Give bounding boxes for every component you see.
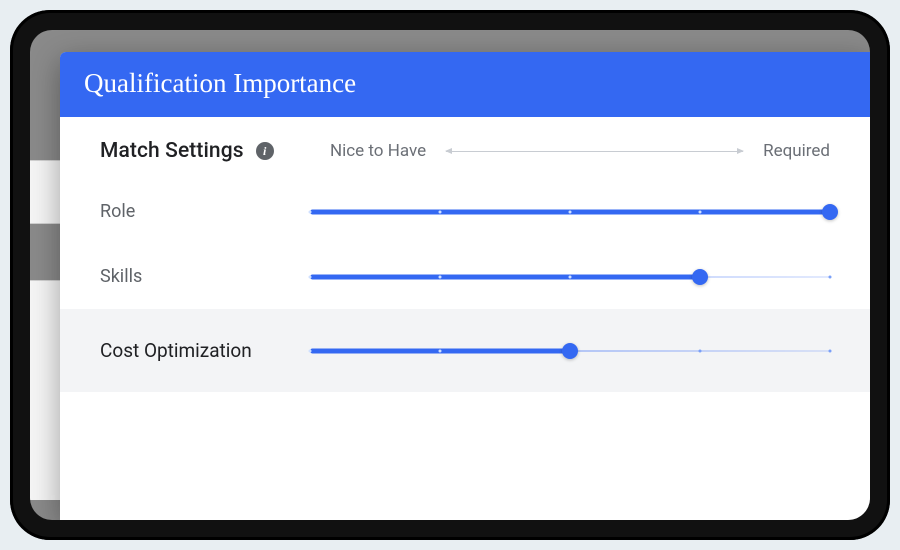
- dialog-footer-spacer: [60, 392, 870, 414]
- slider-thumb[interactable]: [822, 204, 838, 220]
- section-title: Match Settings: [100, 139, 244, 163]
- slider-tick: [569, 210, 572, 213]
- importance-scale: Nice to Have Required: [330, 141, 830, 161]
- slider-row: Role: [60, 179, 870, 244]
- slider-row: Skills: [60, 244, 870, 309]
- section-header: Match Settings i Nice to Have Required: [100, 139, 830, 163]
- importance-slider[interactable]: [310, 202, 830, 222]
- slider-tick: [309, 275, 312, 278]
- importance-slider[interactable]: [310, 267, 830, 287]
- slider-label: Role: [100, 201, 310, 222]
- slider-tick: [439, 275, 442, 278]
- slider-tick: [309, 349, 312, 352]
- info-icon[interactable]: i: [256, 142, 274, 160]
- slider-tick: [829, 349, 832, 352]
- slider-tick: [569, 275, 572, 278]
- slider-tick: [439, 210, 442, 213]
- tablet-frame: hu Qualification Importance Match Settin…: [10, 10, 890, 540]
- slider-thumb[interactable]: [692, 269, 708, 285]
- slider-tick: [309, 210, 312, 213]
- scale-high-label: Required: [763, 141, 830, 161]
- scale-arrow-icon: [446, 151, 743, 152]
- slider-label: Skills: [100, 266, 310, 287]
- slider-tick: [699, 349, 702, 352]
- slider-fill: [310, 274, 700, 279]
- importance-slider[interactable]: [310, 341, 830, 361]
- tablet-screen: hu Qualification Importance Match Settin…: [30, 30, 870, 520]
- match-settings-section: Match Settings i Nice to Have Required: [60, 117, 870, 179]
- dialog-title: Qualification Importance: [60, 52, 870, 117]
- slider-row: Cost Optimization: [60, 309, 870, 392]
- slider-tick: [439, 349, 442, 352]
- slider-tick: [829, 275, 832, 278]
- slider-tick: [699, 210, 702, 213]
- qualification-importance-dialog: Qualification Importance Match Settings …: [60, 52, 870, 520]
- scale-low-label: Nice to Have: [330, 141, 426, 161]
- slider-label: Cost Optimization: [100, 339, 310, 362]
- slider-thumb[interactable]: [562, 343, 578, 359]
